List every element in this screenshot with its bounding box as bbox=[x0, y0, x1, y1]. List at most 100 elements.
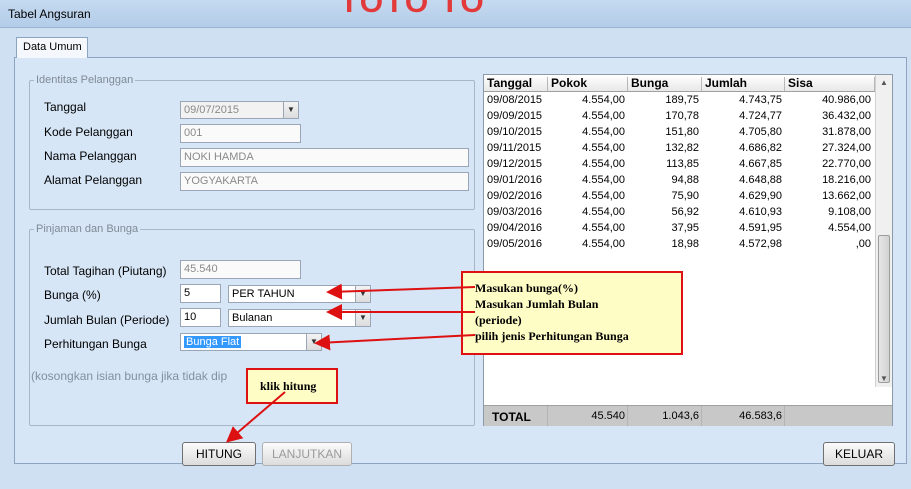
tanggal-label: Tanggal bbox=[44, 100, 87, 114]
brand-fragment: TOTO TO bbox=[340, 0, 486, 19]
alamat-label: Alamat Pelanggan bbox=[44, 173, 143, 187]
cell-tanggal: 09/11/2015 bbox=[487, 142, 542, 154]
col-tanggal[interactable]: Tanggal bbox=[484, 77, 548, 91]
total-label: Total Tagihan (Piutang) bbox=[44, 264, 167, 278]
total-field[interactable]: 45.540 bbox=[180, 260, 301, 279]
pinjaman-legend: Pinjaman dan Bunga bbox=[36, 223, 139, 235]
cell-bunga: 189,75 bbox=[665, 94, 699, 106]
cell-sisa: 40.986,00 bbox=[822, 94, 871, 106]
hitung-callout: klik hitung bbox=[246, 368, 338, 404]
table-row[interactable]: 09/09/2015 4.554,00 170,78 4.724,77 36.432,0… bbox=[484, 109, 875, 125]
cell-pokok: 4.554,00 bbox=[582, 190, 625, 202]
total-pokok: 45.540 bbox=[591, 410, 625, 422]
cell-tanggal: 09/03/2016 bbox=[487, 206, 543, 218]
cell-sisa: 4.554,00 bbox=[828, 222, 871, 234]
nama-field[interactable]: NOKI HAMDA bbox=[180, 148, 469, 167]
cell-tanggal: 09/01/2016 bbox=[487, 174, 543, 186]
cell-pokok: 4.554,00 bbox=[582, 142, 625, 154]
col-pokok[interactable]: Pokok bbox=[548, 77, 628, 91]
cell-sisa: 27.324,00 bbox=[822, 142, 871, 154]
chevron-down-icon[interactable]: ▼ bbox=[355, 310, 370, 326]
cell-tanggal: 09/05/2016 bbox=[487, 238, 543, 250]
hitung-button[interactable]: HITUNG bbox=[182, 442, 256, 466]
cell-jumlah: 4.705,80 bbox=[739, 126, 782, 138]
cell-sisa: 22.770,00 bbox=[822, 158, 871, 170]
cell-bunga: 113,85 bbox=[666, 158, 699, 170]
grid-scrollbar[interactable]: ▲ ▼ bbox=[875, 75, 892, 387]
perhitungan-select[interactable]: Bunga Flat ▼ bbox=[180, 333, 322, 351]
table-row[interactable]: 09/12/2015 4.554,00 113,85 4.667,85 22.770,0… bbox=[484, 157, 875, 173]
chevron-down-icon[interactable]: ▼ bbox=[306, 334, 321, 350]
jumlah-unit-select[interactable]: Bulanan ▼ bbox=[228, 309, 371, 327]
kode-field[interactable]: 001 bbox=[180, 124, 301, 143]
total-jumlah: 46.583,6 bbox=[739, 410, 782, 422]
installment-grid[interactable]: Tanggal Pokok Bunga Jumlah Sisa 09/08/20… bbox=[483, 74, 893, 426]
scroll-thumb[interactable] bbox=[878, 235, 890, 383]
col-bunga[interactable]: Bunga bbox=[628, 77, 702, 91]
col-jumlah[interactable]: Jumlah bbox=[702, 77, 785, 91]
table-row[interactable]: 09/01/2016 4.554,00 94,88 4.648,88 18.216,00 bbox=[484, 173, 875, 189]
bunga-period-select[interactable]: PER TAHUN ▼ bbox=[228, 285, 371, 303]
cell-bunga: 151,80 bbox=[665, 126, 699, 138]
perhitungan-label: Perhitungan Bunga bbox=[44, 337, 147, 351]
cell-pokok: 4.554,00 bbox=[582, 110, 625, 122]
cell-sisa: ,00 bbox=[855, 238, 871, 250]
cell-jumlah: 4.591,95 bbox=[739, 222, 782, 234]
cell-sisa: 9.108,00 bbox=[828, 206, 871, 218]
alamat-field[interactable]: YOGYAKARTA bbox=[180, 172, 469, 191]
bunga-field[interactable]: 5 bbox=[180, 284, 221, 303]
cell-tanggal: 09/04/2016 bbox=[487, 222, 543, 234]
keluar-button[interactable]: KELUAR bbox=[823, 442, 895, 466]
cell-tanggal: 09/08/2015 bbox=[487, 94, 543, 106]
callout-line-3: (periode) bbox=[475, 313, 522, 327]
cell-tanggal: 09/10/2015 bbox=[487, 126, 543, 138]
window-title: Tabel Angsuran bbox=[8, 7, 91, 21]
jumlah-field[interactable]: 10 bbox=[180, 308, 221, 327]
cell-jumlah: 4.724,77 bbox=[739, 110, 782, 122]
cell-bunga: 18,98 bbox=[671, 238, 699, 250]
cell-pokok: 4.554,00 bbox=[582, 222, 625, 234]
grid-header: Tanggal Pokok Bunga Jumlah Sisa bbox=[484, 75, 875, 92]
callout-line-1: Masukan bunga(%) bbox=[475, 281, 579, 295]
perhitungan-value: Bunga Flat bbox=[184, 336, 242, 348]
bunga-period-value: PER TAHUN bbox=[232, 288, 295, 300]
table-row[interactable]: 09/02/2016 4.554,00 75,90 4.629,90 13.662,00 bbox=[484, 189, 875, 205]
table-row[interactable]: 09/03/2016 4.554,00 56,92 4.610,93 9.108,00 bbox=[484, 205, 875, 221]
lanjutkan-button[interactable]: LANJUTKAN bbox=[262, 442, 352, 466]
cell-bunga: 170,78 bbox=[665, 110, 699, 122]
tanggal-value: 09/07/2015 bbox=[184, 104, 240, 116]
bunga-hint: (kosongkan isian bunga jika tidak dip bbox=[31, 369, 228, 383]
cell-jumlah: 4.686,82 bbox=[739, 142, 782, 154]
table-row[interactable]: 09/11/2015 4.554,00 132,82 4.686,82 27.324,0… bbox=[484, 141, 875, 157]
instruction-callout: Masukan bunga(%) Masukan Jumlah Bulan (p… bbox=[461, 271, 683, 355]
hitung-callout-text: klik hitung bbox=[260, 379, 317, 393]
cell-jumlah: 4.667,85 bbox=[739, 158, 782, 170]
nama-label: Nama Pelanggan bbox=[44, 149, 137, 163]
cell-pokok: 4.554,00 bbox=[582, 174, 625, 186]
callout-line-4: pilih jenis Perhitungan Bunga bbox=[475, 329, 629, 343]
table-row[interactable]: 09/10/2015 4.554,00 151,80 4.705,80 31.878,0… bbox=[484, 125, 875, 141]
cell-pokok: 4.554,00 bbox=[582, 206, 625, 218]
cell-pokok: 4.554,00 bbox=[582, 94, 625, 106]
cell-bunga: 75,90 bbox=[671, 190, 699, 202]
bunga-label: Bunga (%) bbox=[44, 288, 101, 302]
cell-pokok: 4.554,00 bbox=[582, 158, 625, 170]
table-row[interactable]: 09/05/2016 4.554,00 18,98 4.572,98 ,00 bbox=[484, 237, 875, 253]
tab-data-umum[interactable]: Data Umum bbox=[16, 37, 88, 58]
cell-sisa: 36.432,00 bbox=[822, 110, 871, 122]
cell-bunga: 37,95 bbox=[671, 222, 699, 234]
chevron-down-icon[interactable]: ▼ bbox=[283, 102, 298, 118]
identitas-legend: Identitas Pelanggan bbox=[36, 74, 134, 86]
title-bar: TOTO TO Tabel Angsuran bbox=[0, 0, 911, 28]
cell-tanggal: 09/02/2016 bbox=[487, 190, 543, 202]
tanggal-datepicker[interactable]: 09/07/2015 ▼ bbox=[180, 101, 299, 119]
scroll-up-icon[interactable]: ▲ bbox=[876, 75, 892, 91]
table-row[interactable]: 09/08/2015 4.554,00 189,75 4.743,75 40.986,0… bbox=[484, 93, 875, 109]
cell-pokok: 4.554,00 bbox=[582, 126, 625, 138]
scroll-down-icon[interactable]: ▼ bbox=[876, 371, 892, 387]
table-row[interactable]: 09/04/2016 4.554,00 37,95 4.591,95 4.554,00 bbox=[484, 221, 875, 237]
cell-sisa: 31.878,00 bbox=[822, 126, 871, 138]
total-label: TOTAL bbox=[492, 410, 531, 424]
chevron-down-icon[interactable]: ▼ bbox=[355, 286, 370, 302]
col-sisa[interactable]: Sisa bbox=[785, 77, 875, 91]
